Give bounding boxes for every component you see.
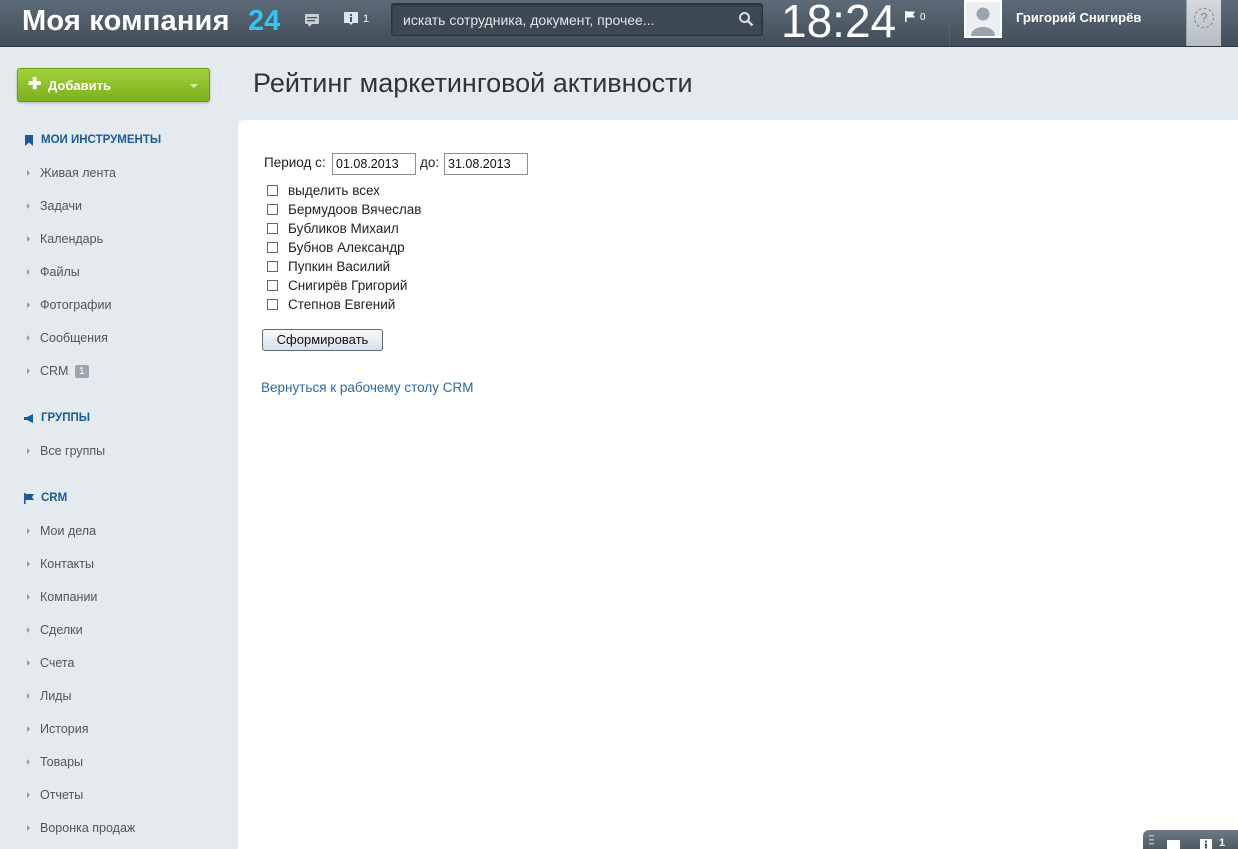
page-title: Рейтинг маркетинговой активности	[253, 68, 693, 98]
notifications-button[interactable]: 1	[344, 11, 374, 29]
back-to-crm-link[interactable]: Вернуться к рабочему столу CRM	[261, 380, 473, 395]
user-silhouette-icon	[966, 2, 1000, 36]
flag-icon	[24, 493, 34, 504]
triangle-right-icon	[27, 594, 30, 600]
triangle-right-icon	[27, 528, 30, 534]
notifications-count: 1	[1219, 837, 1226, 849]
clock[interactable]: 18:24	[781, 0, 896, 48]
date-to-field[interactable]: 31.08.2013	[444, 153, 528, 175]
help-icon: ?	[1194, 8, 1214, 28]
triangle-right-icon	[27, 792, 30, 798]
chevron-down-icon	[190, 84, 198, 88]
top-header: Моя компания 24 1 18:24 0	[0, 0, 1238, 47]
add-button[interactable]: ✚ Добавить	[17, 68, 210, 102]
search-icon[interactable]	[738, 11, 754, 27]
triangle-right-icon	[27, 726, 30, 732]
grip-icon	[1149, 835, 1154, 845]
checkbox[interactable]	[267, 242, 278, 253]
triangle-right-icon	[27, 302, 30, 308]
generate-report-button[interactable]: Сформировать	[262, 329, 383, 351]
section-title: ГРУППЫ	[41, 412, 90, 424]
triangle-right-icon	[27, 561, 30, 567]
header-divider	[949, 0, 950, 46]
flag-icon	[905, 11, 915, 22]
checkbox[interactable]	[267, 223, 278, 234]
section-title: CRM	[41, 492, 68, 504]
notifications-count: 1	[363, 13, 370, 25]
triangle-right-icon	[27, 269, 30, 275]
bookmark-icon	[25, 135, 33, 146]
triangle-right-icon	[27, 335, 30, 341]
search-box	[391, 3, 763, 36]
triangle-right-icon	[27, 759, 30, 765]
info-icon	[344, 12, 358, 25]
search-input[interactable]	[392, 4, 722, 35]
help-button[interactable]: ?	[1186, 0, 1221, 46]
megaphone-icon	[24, 414, 33, 423]
period-to-label: до:	[420, 155, 440, 170]
checkbox[interactable]	[267, 204, 278, 215]
triangle-right-icon	[27, 448, 30, 454]
triangle-right-icon	[27, 236, 30, 242]
period-from-label: Период с:	[264, 155, 326, 170]
date-from-field[interactable]: 01.08.2013	[332, 153, 416, 175]
company-logo[interactable]: Моя компания	[22, 2, 230, 40]
triangle-right-icon	[27, 660, 30, 666]
triangle-right-icon	[27, 203, 30, 209]
triangle-right-icon	[27, 368, 30, 374]
flags-button[interactable]: 0	[905, 11, 935, 27]
plus-icon: ✚	[28, 76, 42, 93]
bottom-messenger-bar[interactable]: 1	[1143, 830, 1238, 849]
checkbox[interactable]	[267, 261, 278, 272]
triangle-right-icon	[27, 825, 30, 831]
crm-count-badge: 1	[75, 365, 89, 378]
triangle-right-icon	[27, 170, 30, 176]
section-title: МОИ ИНСТРУМЕНТЫ	[41, 134, 162, 146]
user-name[interactable]: Григорий Снигирёв	[1016, 10, 1141, 25]
checkbox[interactable]	[267, 280, 278, 291]
chat-icon[interactable]	[304, 12, 320, 28]
info-icon[interactable]	[1200, 839, 1212, 849]
add-button-label: Добавить	[48, 78, 111, 93]
chat-icon[interactable]	[1167, 840, 1180, 849]
triangle-right-icon	[27, 627, 30, 633]
checkbox[interactable]	[267, 185, 278, 196]
flags-count: 0	[920, 12, 926, 23]
avatar[interactable]	[964, 0, 1002, 38]
triangle-right-icon	[27, 693, 30, 699]
checkbox[interactable]	[267, 299, 278, 310]
company-logo-number[interactable]: 24	[248, 2, 280, 40]
